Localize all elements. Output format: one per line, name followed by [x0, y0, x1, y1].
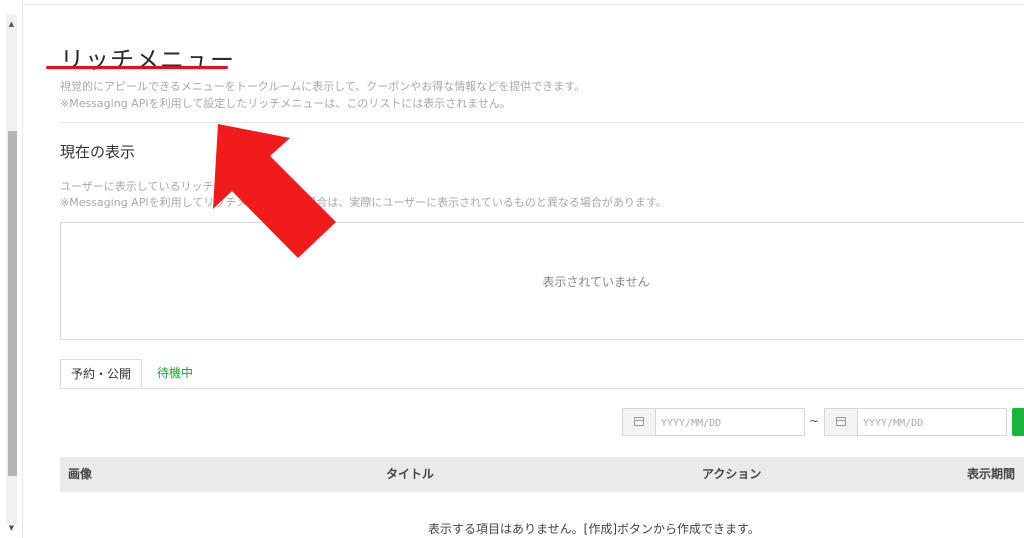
annotation-arrow [213, 124, 336, 258]
annotation-arrow-shape [213, 124, 336, 258]
